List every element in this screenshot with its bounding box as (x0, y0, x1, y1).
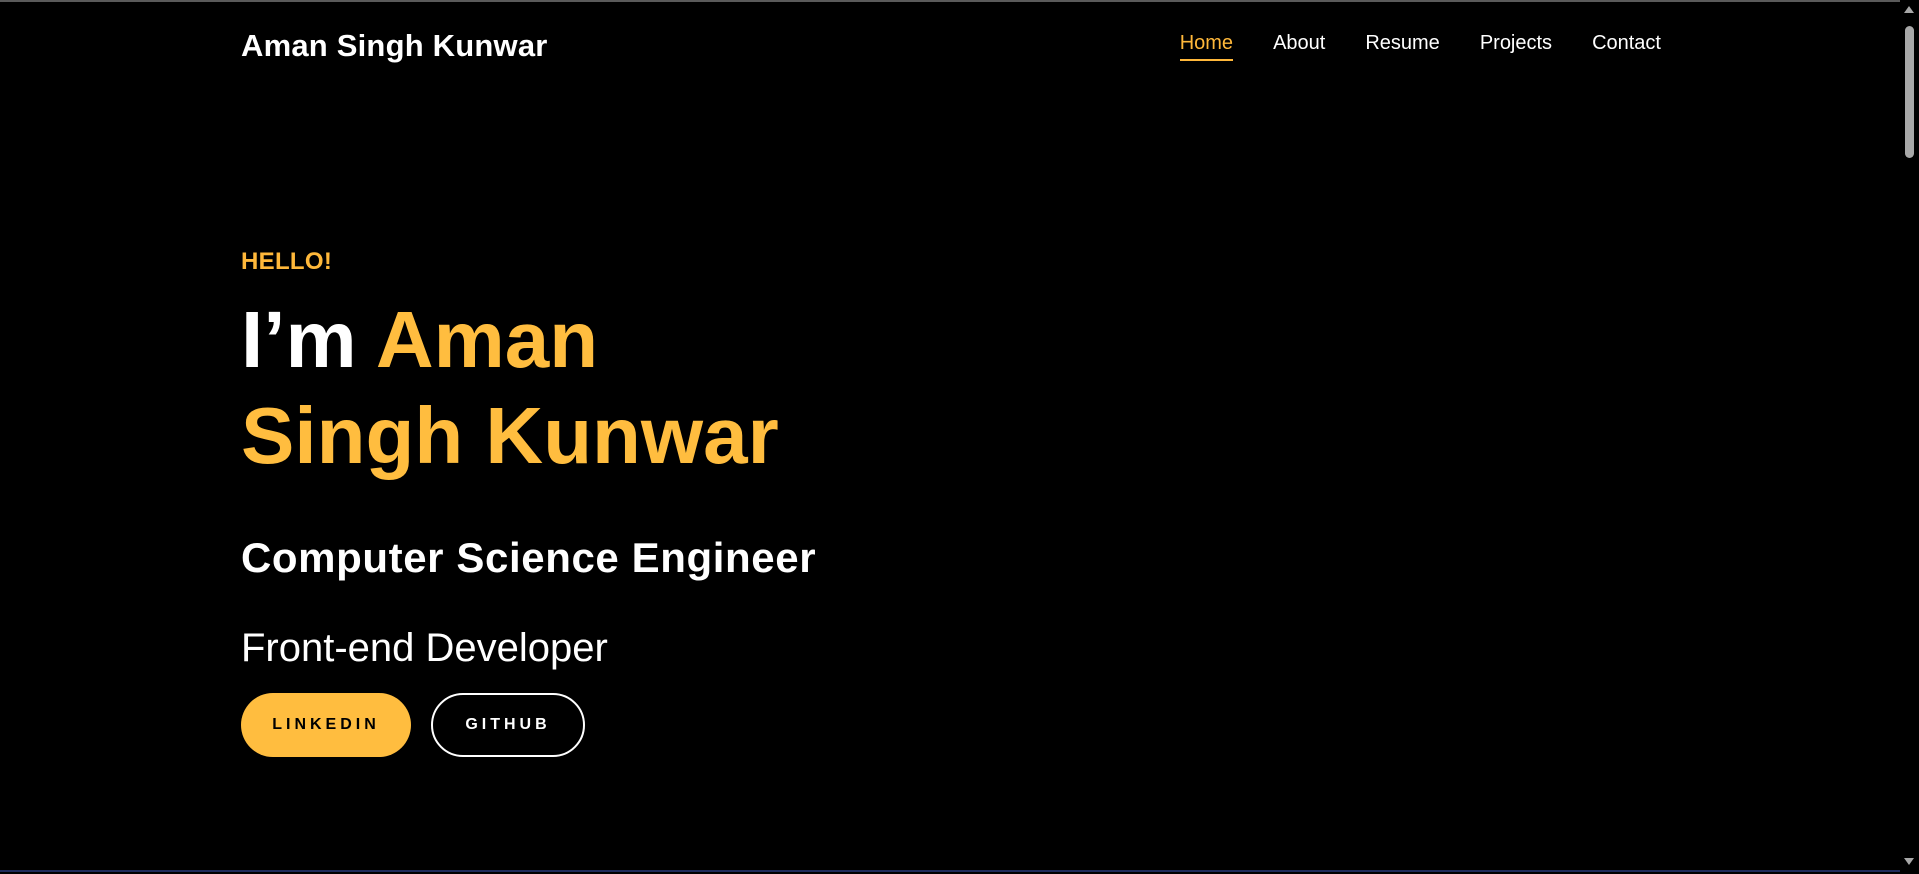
linkedin-button[interactable]: LINKEDIN (241, 693, 411, 757)
scroll-down-arrow-icon[interactable] (1904, 858, 1914, 865)
main-nav: Home About Resume Projects Contact (1179, 32, 1661, 61)
hero-role: Computer Science Engineer (241, 534, 817, 581)
hero-title: I’m Aman Singh Kunwar (241, 292, 941, 484)
nav-home[interactable]: Home (1179, 32, 1234, 61)
scrollbar-thumb[interactable] (1905, 26, 1914, 158)
hero-greeting: HELLO! (241, 248, 333, 275)
vertical-scrollbar[interactable] (1900, 0, 1919, 874)
page: Aman Singh Kunwar Home About Resume Proj… (0, 0, 1919, 874)
nav-about[interactable]: About (1273, 32, 1325, 61)
window-top-border (0, 0, 1919, 2)
hero-buttons: LINKEDIN GITHUB (241, 693, 585, 757)
github-button[interactable]: GITHUB (431, 693, 585, 757)
hero-title-prefix: I’m (241, 295, 376, 384)
nav-contact[interactable]: Contact (1592, 32, 1661, 61)
nav-projects[interactable]: Projects (1480, 32, 1552, 61)
hero-subrole: Front-end Developer (241, 626, 608, 670)
window-bottom-border (0, 870, 1900, 872)
scroll-up-arrow-icon[interactable] (1904, 6, 1914, 13)
hero-title-first-name: Aman (375, 295, 599, 384)
nav-resume[interactable]: Resume (1365, 32, 1439, 61)
hero-title-last-name: Singh Kunwar (241, 391, 779, 480)
brand-logo[interactable]: Aman Singh Kunwar (241, 28, 548, 64)
